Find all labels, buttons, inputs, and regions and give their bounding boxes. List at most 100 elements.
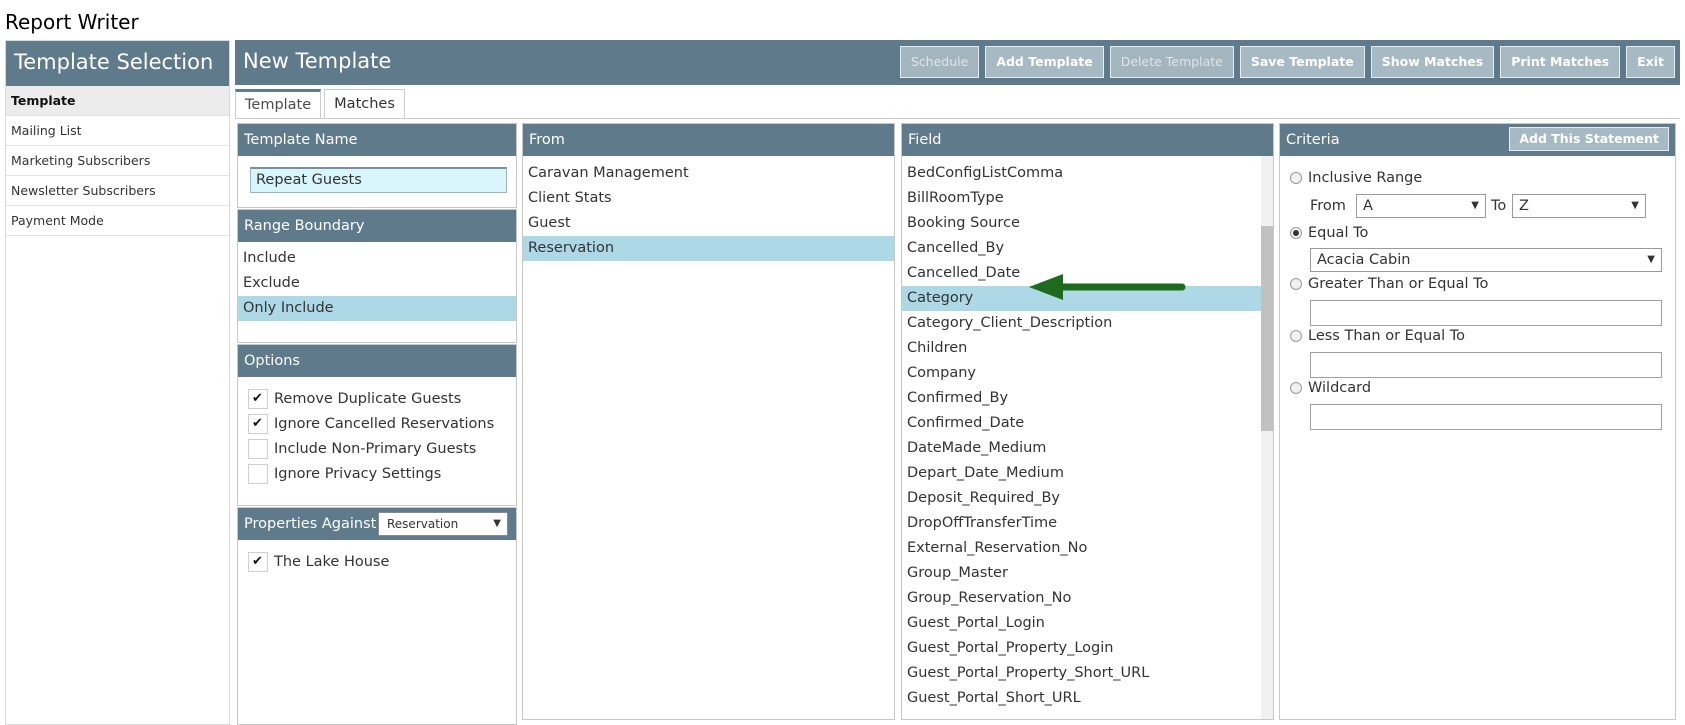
greater-than-label: Greater Than or Equal To — [1308, 276, 1489, 292]
field-item[interactable]: Booking Source — [902, 211, 1261, 236]
save-template-button[interactable]: Save Template — [1239, 46, 1365, 78]
from-item-client-stats[interactable]: Client Stats — [523, 186, 894, 211]
criteria-header: Criteria Add This Statement — [1280, 124, 1675, 156]
field-item[interactable]: DropOffTransferTime — [902, 511, 1261, 536]
template-name-header: Template Name — [238, 124, 516, 156]
field-item[interactable]: Guest_Portal_Login — [902, 611, 1261, 636]
field-item[interactable]: Guest_Portal_Short_URL — [902, 686, 1261, 711]
chevron-down-icon: ▼ — [1647, 254, 1655, 265]
field-item[interactable]: Guest_Portal_Property_Login — [902, 636, 1261, 661]
template-name-panel: Template Name Repeat Guests — [237, 123, 517, 208]
inclusive-range-label: Inclusive Range — [1308, 170, 1423, 186]
show-matches-button[interactable]: Show Matches — [1370, 46, 1495, 78]
the-lake-house-checkbox[interactable] — [248, 551, 268, 572]
field-list-scrollbar[interactable] — [1261, 156, 1273, 719]
criteria-panel: Criteria Add This Statement Inclusive Ra… — [1279, 123, 1676, 720]
field-item[interactable]: Group_Master — [902, 561, 1261, 586]
field-item[interactable]: Category_Client_Description — [902, 311, 1261, 336]
field-item[interactable]: Guest_Portal_Property_Short_URL — [902, 661, 1261, 686]
add-template-button[interactable]: Add Template — [985, 46, 1104, 78]
tab-divider — [235, 118, 1680, 119]
field-item[interactable]: Depart_Date_Medium — [902, 461, 1261, 486]
sidebar-item-newsletter-subscribers[interactable]: Newsletter Subscribers — [6, 176, 229, 206]
field-item[interactable]: BillRoomType — [902, 186, 1261, 211]
property-the-lake-house: The Lake House — [238, 549, 516, 574]
delete-template-button[interactable]: Delete Template — [1109, 46, 1234, 78]
scrollbar-thumb[interactable] — [1261, 226, 1273, 431]
include-non-primary-guests-checkbox[interactable] — [248, 438, 268, 459]
properties-select-value: Reservation — [387, 517, 459, 531]
chevron-down-icon: ▼ — [493, 518, 501, 529]
field-item[interactable]: External_Reservation_No — [902, 536, 1261, 561]
template-name-input[interactable]: Repeat Guests — [250, 167, 507, 193]
field-item[interactable]: Deposit_Required_By — [902, 486, 1261, 511]
equal-to-label: Equal To — [1308, 225, 1369, 241]
options-header: Options — [238, 345, 516, 377]
range-from-select[interactable]: A ▼ — [1356, 194, 1486, 218]
field-panel: Field BedConfigListComma BillRoomType Bo… — [901, 123, 1274, 720]
range-option-include[interactable]: Include — [238, 246, 516, 271]
ignore-privacy-settings-checkbox[interactable] — [248, 463, 268, 484]
criteria-title: Criteria — [1286, 132, 1340, 148]
field-list: BedConfigListComma BillRoomType Booking … — [902, 156, 1261, 711]
sidebar-item-template[interactable]: Template — [6, 86, 229, 116]
property-label: The Lake House — [274, 553, 390, 570]
add-this-statement-button[interactable]: Add This Statement — [1509, 127, 1669, 151]
equal-to-radio[interactable] — [1290, 227, 1302, 239]
field-item[interactable]: Company — [902, 361, 1261, 386]
chevron-down-icon: ▼ — [1631, 200, 1639, 211]
option-remove-duplicate-guests: Remove Duplicate Guests — [238, 386, 516, 411]
less-than-input[interactable] — [1310, 352, 1662, 378]
exit-button[interactable]: Exit — [1626, 46, 1675, 78]
field-item[interactable]: Confirmed_Date — [902, 411, 1261, 436]
greater-than-option: Greater Than or Equal To — [1290, 276, 1488, 292]
field-item[interactable]: Confirmed_By — [902, 386, 1261, 411]
less-than-label: Less Than or Equal To — [1308, 328, 1465, 344]
wildcard-radio[interactable] — [1290, 382, 1302, 394]
from-item-caravan-management[interactable]: Caravan Management — [523, 161, 894, 186]
tab-matches[interactable]: Matches — [324, 89, 405, 118]
option-label: Include Non-Primary Guests — [274, 440, 477, 457]
remove-duplicate-guests-checkbox[interactable] — [248, 388, 268, 409]
sidebar-header: Template Selection — [6, 41, 229, 86]
app-title: Report Writer — [5, 10, 139, 34]
tab-template[interactable]: Template — [235, 89, 322, 118]
properties-header: Properties Against Reservation ▼ — [238, 508, 516, 540]
sidebar-item-mailing-list[interactable]: Mailing List — [6, 116, 229, 146]
less-than-radio[interactable] — [1290, 330, 1302, 342]
range-to-select[interactable]: Z ▼ — [1512, 194, 1646, 218]
tab-bar: Template Matches — [235, 89, 405, 118]
print-matches-button[interactable]: Print Matches — [1500, 46, 1621, 78]
properties-panel: Properties Against Reservation ▼ The Lak… — [237, 507, 517, 725]
option-label: Ignore Cancelled Reservations — [274, 415, 495, 432]
inclusive-range-radio[interactable] — [1290, 172, 1302, 184]
range-boundary-panel: Range Boundary Include Exclude Only Incl… — [237, 209, 517, 343]
schedule-button[interactable]: Schedule — [899, 46, 980, 78]
options-panel: Options Remove Duplicate Guests Ignore C… — [237, 344, 517, 506]
to-label: To — [1491, 198, 1507, 214]
option-ignore-cancelled-reservations: Ignore Cancelled Reservations — [238, 411, 516, 436]
field-item[interactable]: Group_Reservation_No — [902, 586, 1261, 611]
from-item-guest[interactable]: Guest — [523, 211, 894, 236]
range-option-only-include[interactable]: Only Include — [238, 296, 516, 321]
greater-than-radio[interactable] — [1290, 278, 1302, 290]
properties-label: Properties Against — [244, 516, 377, 532]
from-item-reservation[interactable]: Reservation — [523, 236, 894, 261]
ignore-cancelled-reservations-checkbox[interactable] — [248, 413, 268, 434]
wildcard-input[interactable] — [1310, 404, 1662, 430]
range-option-exclude[interactable]: Exclude — [238, 271, 516, 296]
sidebar-item-payment-mode[interactable]: Payment Mode — [6, 206, 229, 236]
range-boundary-header: Range Boundary — [238, 210, 516, 242]
greater-than-input[interactable] — [1310, 300, 1662, 326]
sidebar-item-marketing-subscribers[interactable]: Marketing Subscribers — [6, 146, 229, 176]
inclusive-range-option: Inclusive Range — [1290, 170, 1422, 186]
field-item[interactable]: Cancelled_By — [902, 236, 1261, 261]
field-item[interactable]: BedConfigListComma — [902, 161, 1261, 186]
page-title: New Template — [243, 49, 392, 73]
field-item[interactable]: DateMade_Medium — [902, 436, 1261, 461]
field-item[interactable]: Children — [902, 336, 1261, 361]
option-label: Remove Duplicate Guests — [274, 390, 462, 407]
equal-to-select[interactable]: Acacia Cabin ▼ — [1310, 248, 1662, 272]
equal-to-option: Equal To — [1290, 225, 1368, 241]
properties-against-select[interactable]: Reservation ▼ — [378, 512, 508, 536]
